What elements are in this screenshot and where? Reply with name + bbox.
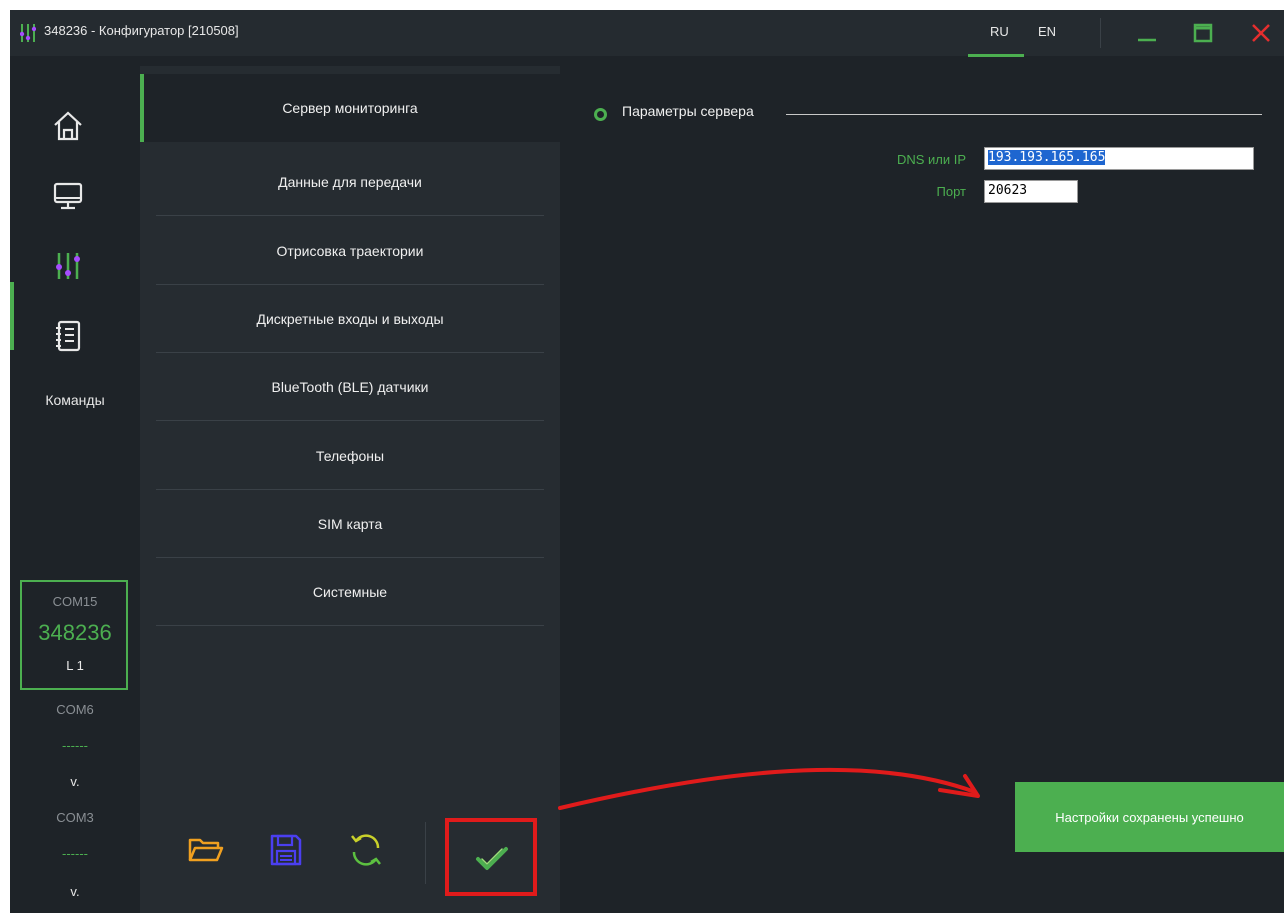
minimize-icon[interactable] bbox=[1134, 20, 1160, 46]
refresh-icon[interactable] bbox=[346, 830, 386, 870]
success-toast: Настройки сохранены успешно bbox=[1015, 782, 1284, 852]
dns-label: DNS или IP bbox=[896, 152, 966, 167]
port-name[interactable]: COM3 bbox=[10, 810, 140, 825]
menu-item-monitoring-server[interactable]: Сервер мониторинга bbox=[156, 74, 544, 142]
maximize-icon[interactable] bbox=[1190, 20, 1216, 46]
menu-item-transmit-data[interactable]: Данные для передачи bbox=[156, 148, 544, 216]
close-icon[interactable] bbox=[1248, 20, 1274, 46]
device-line: v. bbox=[70, 884, 80, 899]
save-icon[interactable] bbox=[266, 830, 306, 870]
port-input[interactable]: 20623 bbox=[984, 180, 1078, 203]
port-label: Порт bbox=[936, 184, 966, 199]
settings-toolbar bbox=[140, 806, 560, 913]
home-icon[interactable] bbox=[50, 108, 86, 144]
sliders-icon[interactable] bbox=[50, 248, 86, 284]
monitor-icon[interactable] bbox=[50, 178, 86, 214]
notebook-icon[interactable] bbox=[50, 318, 86, 354]
menu-item-ble-sensors[interactable]: BlueTooth (BLE) датчики bbox=[156, 353, 544, 421]
navigation-rail: Команды COM15 348236 L 1 COM6 ------ v. … bbox=[10, 66, 140, 913]
menu-item-phones[interactable]: Телефоны bbox=[156, 422, 544, 490]
section-bullet-icon bbox=[594, 108, 607, 121]
menu-item-discrete-io[interactable]: Дискретные входы и выходы bbox=[156, 285, 544, 353]
language-ru-button[interactable]: RU bbox=[990, 24, 1009, 39]
section-title: Параметры сервера bbox=[622, 103, 754, 119]
port-name[interactable]: COM6 bbox=[10, 702, 140, 717]
device-line: v. bbox=[70, 774, 80, 789]
rail-active-indicator bbox=[10, 282, 14, 350]
app-window: 348236 - Конфигуратор [210508] RU EN Ком… bbox=[10, 10, 1284, 913]
active-language-indicator bbox=[968, 54, 1024, 57]
titlebar-divider bbox=[1100, 18, 1101, 48]
toolbar-divider bbox=[425, 822, 426, 884]
settings-menu: Сервер мониторинга Данные для передачи О… bbox=[140, 66, 560, 913]
port-name: COM15 bbox=[52, 594, 98, 609]
folder-open-icon[interactable] bbox=[186, 830, 226, 870]
title-bar: 348236 - Конфигуратор [210508] RU EN bbox=[10, 10, 1284, 57]
menu-item-system[interactable]: Системные bbox=[156, 558, 544, 626]
menu-item-track-drawing[interactable]: Отрисовка траектории bbox=[156, 217, 544, 285]
commands-label[interactable]: Команды bbox=[10, 392, 140, 408]
checkmark-icon[interactable] bbox=[472, 838, 512, 878]
window-title: 348236 - Конфигуратор [210508] bbox=[44, 23, 239, 38]
device-id: ------ bbox=[62, 846, 88, 861]
section-divider bbox=[786, 114, 1262, 115]
app-logo-icon bbox=[20, 24, 36, 42]
dns-input[interactable]: 193.193.165.165 bbox=[984, 147, 1254, 170]
device-id: ------ bbox=[62, 738, 88, 753]
device-line: L 1 bbox=[66, 658, 84, 673]
dns-value: 193.193.165.165 bbox=[988, 150, 1106, 165]
menu-item-sim-card[interactable]: SIM карта bbox=[156, 490, 544, 558]
device-id: 348236 bbox=[38, 620, 112, 645]
language-en-button[interactable]: EN bbox=[1038, 24, 1056, 39]
